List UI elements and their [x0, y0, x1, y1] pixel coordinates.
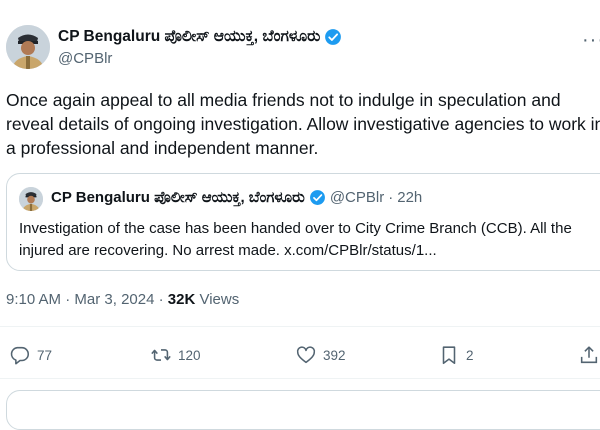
divider: [0, 378, 600, 379]
bookmark-icon: [438, 344, 460, 366]
author-avatar[interactable]: [6, 25, 50, 69]
quoted-separator: ·: [388, 189, 394, 206]
verified-badge-icon: [324, 28, 342, 46]
share-icon: [578, 344, 600, 366]
quoted-timestamp: 22h: [397, 189, 423, 206]
views-label: Views: [199, 291, 240, 308]
reply-composer-card[interactable]: [6, 390, 600, 430]
repost-button[interactable]: 120: [150, 343, 201, 367]
reply-button[interactable]: 77: [9, 343, 52, 367]
tweet-text: Once again appeal to all media friends n…: [6, 90, 600, 158]
quoted-header: CP Bengaluru ಪೊಲೀಸ್ ಆಯುಕ್ತ, ಬೆಂಗಳೂರು @CP…: [51, 189, 422, 206]
quoted-author-avatar: [19, 187, 43, 211]
verified-badge-icon: [309, 189, 326, 206]
author-name[interactable]: CP Bengaluru ಪೊಲೀಸ್ ಆಯುಕ್ತ, ಬೆಂಗಳೂರು: [58, 28, 320, 46]
reply-count: 77: [37, 347, 53, 363]
like-count: 392: [323, 347, 346, 363]
repost-count: 120: [178, 347, 201, 363]
like-button[interactable]: 392: [295, 343, 346, 367]
author-name-row[interactable]: CP Bengaluru ಪೊಲೀಸ್ ಆಯುಕ್ತ, ಬೆಂಗಳೂರು: [58, 28, 342, 46]
reply-icon: [9, 344, 31, 366]
share-button[interactable]: [578, 343, 600, 367]
repost-icon: [150, 344, 172, 366]
quoted-tweet-card[interactable]: CP Bengaluru ಪೊಲೀಸ್ ಆಯುಕ್ತ, ಬೆಂಗಳೂರು @CP…: [6, 173, 600, 271]
more-icon[interactable]: ···: [582, 30, 600, 50]
tweet-meta: 9:10 AM · Mar 3, 2024 · 32K Views: [6, 291, 239, 308]
quoted-tweet-text: Investigation of the case has been hande…: [19, 220, 572, 259]
meta-separator: ·: [158, 291, 164, 308]
heart-icon: [295, 344, 317, 366]
tweet-time[interactable]: 9:10 AM: [6, 291, 61, 308]
tweet: CP Bengaluru ಪೊಲೀಸ್ ಆಯುಕ್ತ, ಬೆಂಗಳೂರು @CP…: [0, 0, 600, 430]
tweet-date[interactable]: Mar 3, 2024: [74, 291, 154, 308]
meta-separator: ·: [65, 291, 71, 308]
views-count: 32K: [167, 291, 196, 308]
bookmark-button[interactable]: 2: [438, 343, 474, 367]
bookmark-count: 2: [466, 347, 474, 363]
quoted-author-handle: @CPBlr: [329, 189, 385, 206]
quoted-author-name: CP Bengaluru ಪೊಲೀಸ್ ಆಯುಕ್ತ, ಬೆಂಗಳೂರು: [51, 189, 305, 206]
author-handle[interactable]: @CPBlr: [58, 50, 112, 67]
divider: [0, 326, 600, 327]
